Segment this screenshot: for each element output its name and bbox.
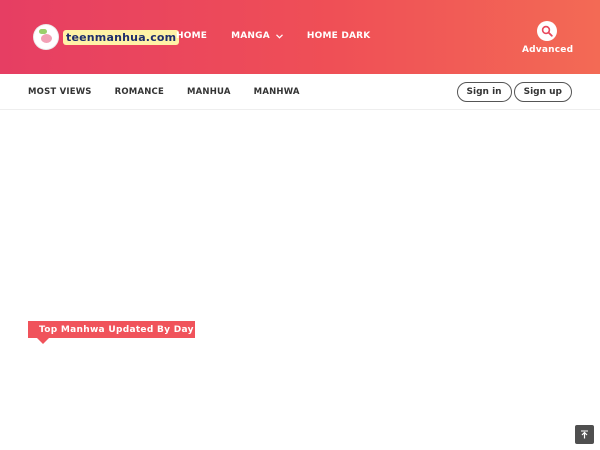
sign-in-button[interactable]: Sign in xyxy=(456,82,512,102)
chevron-down-icon xyxy=(275,32,283,41)
nav-manga-label: MANGA xyxy=(231,31,270,41)
back-to-top-button[interactable] xyxy=(575,425,594,444)
advanced-label: Advanced xyxy=(522,45,574,55)
genre-links: MOST VIEWS ROMANCE MANHUA MANHWA xyxy=(28,87,323,97)
arrow-up-icon xyxy=(581,430,588,439)
logo-text: teenmanhua.com xyxy=(63,29,180,45)
search-button[interactable] xyxy=(537,21,557,41)
main-nav: HOME MANGA HOME DARK xyxy=(176,31,394,41)
section-heading: Top Manhwa Updated By Day xyxy=(28,321,195,344)
nav-romance[interactable]: ROMANCE xyxy=(115,87,164,97)
nav-manga[interactable]: MANGA xyxy=(231,31,283,41)
nav-manhua[interactable]: MANHUA xyxy=(187,87,231,97)
nav-manhwa[interactable]: MANHWA xyxy=(254,87,300,97)
advanced-search[interactable]: Advanced xyxy=(522,21,574,55)
mascot-icon xyxy=(33,24,59,50)
auth-buttons: Sign in Sign up xyxy=(456,82,572,102)
search-icon xyxy=(541,25,553,37)
nav-home[interactable]: HOME xyxy=(176,31,207,41)
sign-up-button[interactable]: Sign up xyxy=(513,82,572,102)
secondary-nav: MOST VIEWS ROMANCE MANHUA MANHWA Sign in… xyxy=(0,74,600,110)
nav-most-views[interactable]: MOST VIEWS xyxy=(28,87,92,97)
site-logo[interactable]: teenmanhua.com xyxy=(33,24,180,50)
nav-home-dark[interactable]: HOME DARK xyxy=(307,31,371,41)
site-header: teenmanhua.com HOME MANGA HOME DARK Adva… xyxy=(0,0,600,74)
